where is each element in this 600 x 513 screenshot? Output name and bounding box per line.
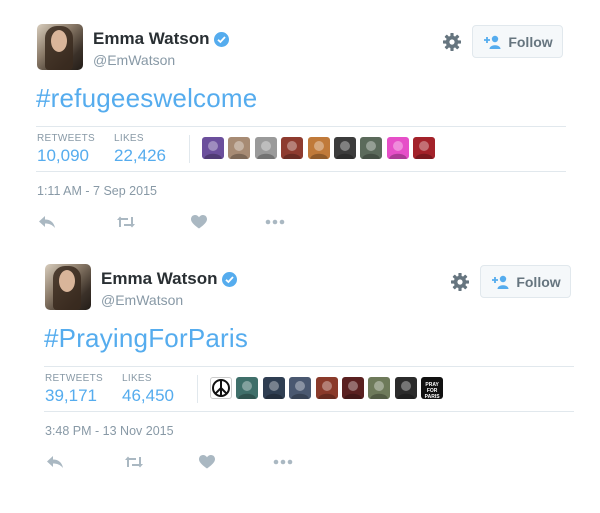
tweet: Emma Watson @EmWatson Follow #PrayingFor… — [44, 260, 584, 500]
divider — [197, 375, 198, 403]
author-name-row[interactable]: Emma Watson — [101, 269, 237, 291]
liker-avatar[interactable] — [228, 137, 251, 159]
liker-avatar[interactable] — [360, 137, 383, 159]
liker-avatar[interactable] — [333, 137, 356, 159]
author-handle[interactable]: @EmWatson — [101, 292, 183, 308]
peace-for-paris-avatar[interactable] — [210, 377, 232, 399]
timestamp[interactable]: 1:11 AM - 7 Sep 2015 — [37, 184, 157, 198]
liker-avatar[interactable] — [262, 377, 285, 399]
tweet-stats: RETWEETS 39,171 LIKES 46,450 PRAY FOR PA… — [44, 366, 574, 412]
likes-count: 22,426 — [114, 146, 166, 165]
pray-for-paris-avatar[interactable]: PRAY FOR PARIS — [421, 377, 444, 399]
liker-avatar[interactable] — [413, 137, 436, 159]
author-name[interactable]: Emma Watson — [101, 269, 218, 288]
retweets-stat[interactable]: RETWEETS 10,090 — [37, 133, 95, 166]
hashtag-link[interactable]: #refugeeswelcome — [36, 83, 257, 114]
follow-label: Follow — [508, 33, 553, 50]
like-icon[interactable] — [196, 451, 218, 473]
liker-avatars — [202, 137, 440, 159]
add-user-icon — [490, 275, 510, 289]
tweet: Emma Watson @EmWatson Follow #refugeeswe… — [36, 20, 576, 260]
retweets-count: 10,090 — [37, 146, 89, 165]
divider — [189, 135, 190, 163]
likes-label: LIKES — [114, 133, 144, 144]
like-icon[interactable] — [188, 211, 210, 233]
liker-avatar[interactable] — [236, 377, 259, 399]
likes-label: LIKES — [122, 373, 152, 384]
timestamp[interactable]: 3:48 PM - 13 Nov 2015 — [45, 424, 174, 438]
retweets-stat[interactable]: RETWEETS 39,171 — [45, 373, 103, 406]
avatar-caption: PRAY FOR PARIS — [424, 382, 440, 399]
liker-avatar[interactable] — [202, 137, 224, 159]
author-name[interactable]: Emma Watson — [93, 29, 210, 48]
author-handle[interactable]: @EmWatson — [93, 52, 175, 68]
likes-count: 46,450 — [122, 386, 174, 405]
liker-avatar[interactable] — [368, 377, 391, 399]
more-icon[interactable] — [272, 451, 294, 473]
liker-avatar[interactable] — [307, 137, 330, 159]
liker-avatar[interactable] — [289, 377, 312, 399]
liker-avatar[interactable] — [394, 377, 417, 399]
follow-button[interactable]: Follow — [480, 265, 571, 298]
retweets-label: RETWEETS — [45, 373, 103, 384]
tweet-stats: RETWEETS 10,090 LIKES 22,426 — [36, 126, 566, 172]
avatar[interactable] — [37, 24, 83, 70]
likes-stat[interactable]: LIKES 46,450 — [122, 373, 174, 406]
gear-icon[interactable] — [450, 272, 470, 292]
retweet-icon[interactable] — [115, 211, 137, 233]
liker-avatar[interactable] — [281, 137, 304, 159]
reply-icon[interactable] — [36, 211, 58, 233]
verified-badge-icon — [221, 271, 237, 287]
follow-label: Follow — [516, 273, 561, 290]
liker-avatars: PRAY FOR PARIS — [210, 377, 448, 399]
author-name-row[interactable]: Emma Watson — [93, 29, 229, 51]
liker-avatar[interactable] — [341, 377, 364, 399]
follow-button[interactable]: Follow — [472, 25, 563, 58]
likes-stat[interactable]: LIKES 22,426 — [114, 133, 166, 166]
retweet-icon[interactable] — [123, 451, 145, 473]
add-user-icon — [482, 35, 502, 49]
retweets-count: 39,171 — [45, 386, 97, 405]
liker-avatar[interactable] — [254, 137, 277, 159]
avatar[interactable] — [45, 264, 91, 310]
liker-avatar[interactable] — [386, 137, 409, 159]
reply-icon[interactable] — [44, 451, 66, 473]
liker-avatar[interactable] — [315, 377, 338, 399]
gear-icon[interactable] — [442, 32, 462, 52]
more-icon[interactable] — [264, 211, 286, 233]
verified-badge-icon — [213, 31, 229, 47]
retweets-label: RETWEETS — [37, 133, 95, 144]
hashtag-link[interactable]: #PrayingForParis — [44, 323, 248, 354]
